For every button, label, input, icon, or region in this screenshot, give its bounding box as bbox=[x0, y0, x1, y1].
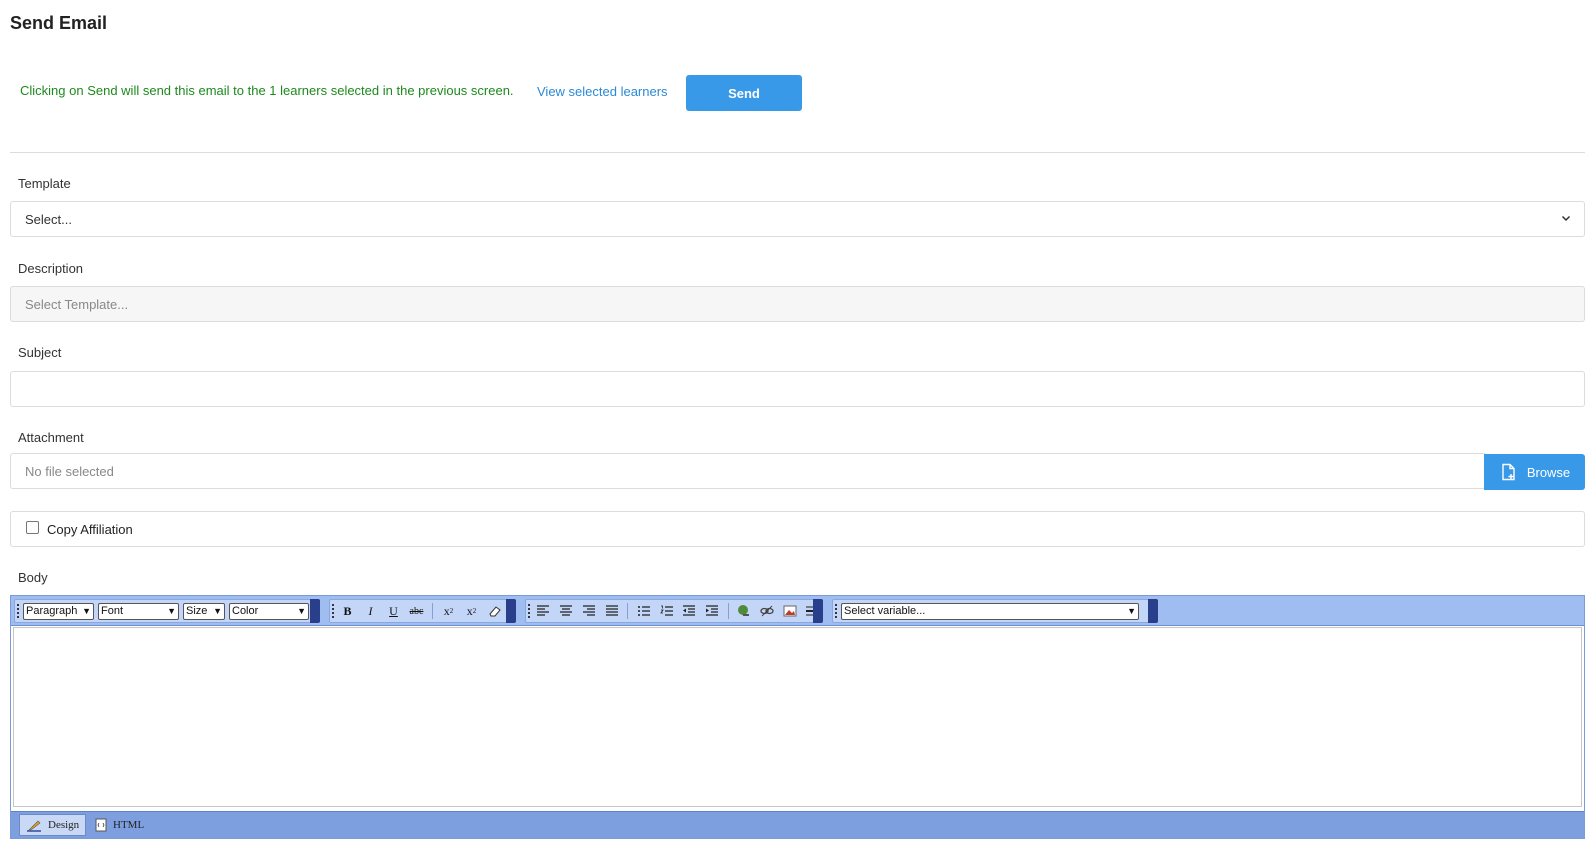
eraser-icon[interactable] bbox=[485, 602, 504, 621]
format-select-group: Paragraph ▼ Font ▼ Size ▼ Color ▼ bbox=[14, 599, 320, 623]
html-file-icon bbox=[95, 818, 107, 832]
view-selected-learners-link[interactable]: View selected learners bbox=[537, 84, 668, 99]
font-select[interactable]: Font ▼ bbox=[98, 602, 179, 620]
paragraph-tools-group bbox=[525, 599, 823, 623]
align-justify-icon[interactable] bbox=[602, 602, 621, 621]
variable-group: Select variable... ▼ bbox=[832, 599, 1158, 623]
size-select[interactable]: Size ▼ bbox=[183, 602, 225, 620]
insert-link-icon[interactable] bbox=[735, 602, 754, 621]
grip-icon bbox=[528, 604, 530, 618]
editor-toolbar: Paragraph ▼ Font ▼ Size ▼ Color ▼ B I U abc … bbox=[11, 596, 1584, 626]
page-title: Send Email bbox=[10, 13, 108, 33]
browse-button[interactable]: Browse bbox=[1484, 454, 1585, 490]
send-notice: Clicking on Send will send this email to… bbox=[20, 83, 514, 98]
template-select-value: Select... bbox=[25, 211, 72, 227]
color-select[interactable]: Color ▼ bbox=[229, 602, 309, 620]
toolbar-endcap bbox=[310, 599, 320, 623]
copy-affiliation-label: Copy Affiliation bbox=[47, 522, 133, 537]
design-icon bbox=[27, 820, 41, 832]
align-right-icon[interactable] bbox=[580, 602, 599, 621]
file-add-icon bbox=[1502, 463, 1515, 481]
design-mode-tab[interactable]: Design bbox=[19, 814, 87, 836]
italic-icon[interactable]: I bbox=[361, 602, 380, 621]
bulleted-list-icon[interactable] bbox=[634, 602, 653, 621]
send-button[interactable]: Send bbox=[686, 75, 802, 111]
strikethrough-icon[interactable]: abc bbox=[407, 602, 426, 621]
toolbar-endcap bbox=[1148, 599, 1158, 623]
underline-icon[interactable]: U bbox=[384, 602, 403, 621]
superscript-icon[interactable]: x2 bbox=[439, 602, 458, 621]
subject-label: Subject bbox=[18, 345, 62, 360]
toolbar-endcap bbox=[506, 599, 516, 623]
grip-icon bbox=[835, 604, 837, 618]
text-style-group: B I U abc x2 x2 bbox=[329, 599, 516, 623]
remove-link-icon[interactable] bbox=[757, 602, 776, 621]
subject-input[interactable] bbox=[10, 371, 1585, 407]
paragraph-select[interactable]: Paragraph ▼ bbox=[23, 602, 94, 620]
browse-label: Browse bbox=[1526, 464, 1571, 480]
copy-affiliation-checkbox[interactable] bbox=[26, 521, 39, 534]
attachment-label: Attachment bbox=[18, 430, 84, 445]
description-field: Select Template... bbox=[10, 286, 1585, 322]
align-left-icon[interactable] bbox=[534, 602, 553, 621]
outdent-icon[interactable] bbox=[680, 602, 699, 621]
attachment-field[interactable]: No file selected bbox=[10, 453, 1485, 489]
subscript-icon[interactable]: x2 bbox=[462, 602, 481, 621]
html-mode-tab[interactable]: HTML bbox=[89, 814, 150, 836]
body-label: Body bbox=[18, 570, 48, 585]
copy-affiliation-box: Copy Affiliation bbox=[10, 511, 1585, 547]
toolbar-endcap bbox=[813, 599, 823, 623]
description-label: Description bbox=[18, 261, 84, 276]
bold-icon[interactable]: B bbox=[338, 602, 357, 621]
template-select[interactable]: Select... bbox=[10, 201, 1585, 237]
align-center-icon[interactable] bbox=[557, 602, 576, 621]
body-editor: Paragraph ▼ Font ▼ Size ▼ Color ▼ B I U abc … bbox=[10, 595, 1585, 839]
editor-mode-bar: Design HTML bbox=[11, 811, 1584, 838]
description-placeholder: Select Template... bbox=[25, 296, 129, 312]
body-edit-area[interactable] bbox=[13, 627, 1582, 807]
grip-icon bbox=[332, 604, 334, 618]
template-label: Template bbox=[18, 176, 71, 191]
divider bbox=[10, 152, 1585, 153]
numbered-list-icon[interactable] bbox=[657, 602, 676, 621]
indent-icon[interactable] bbox=[703, 602, 722, 621]
insert-image-icon[interactable] bbox=[780, 602, 799, 621]
grip-icon bbox=[17, 604, 19, 618]
chevron-down-icon bbox=[1561, 215, 1571, 222]
variable-select[interactable]: Select variable... ▼ bbox=[841, 602, 1139, 620]
attachment-status: No file selected bbox=[25, 463, 114, 479]
